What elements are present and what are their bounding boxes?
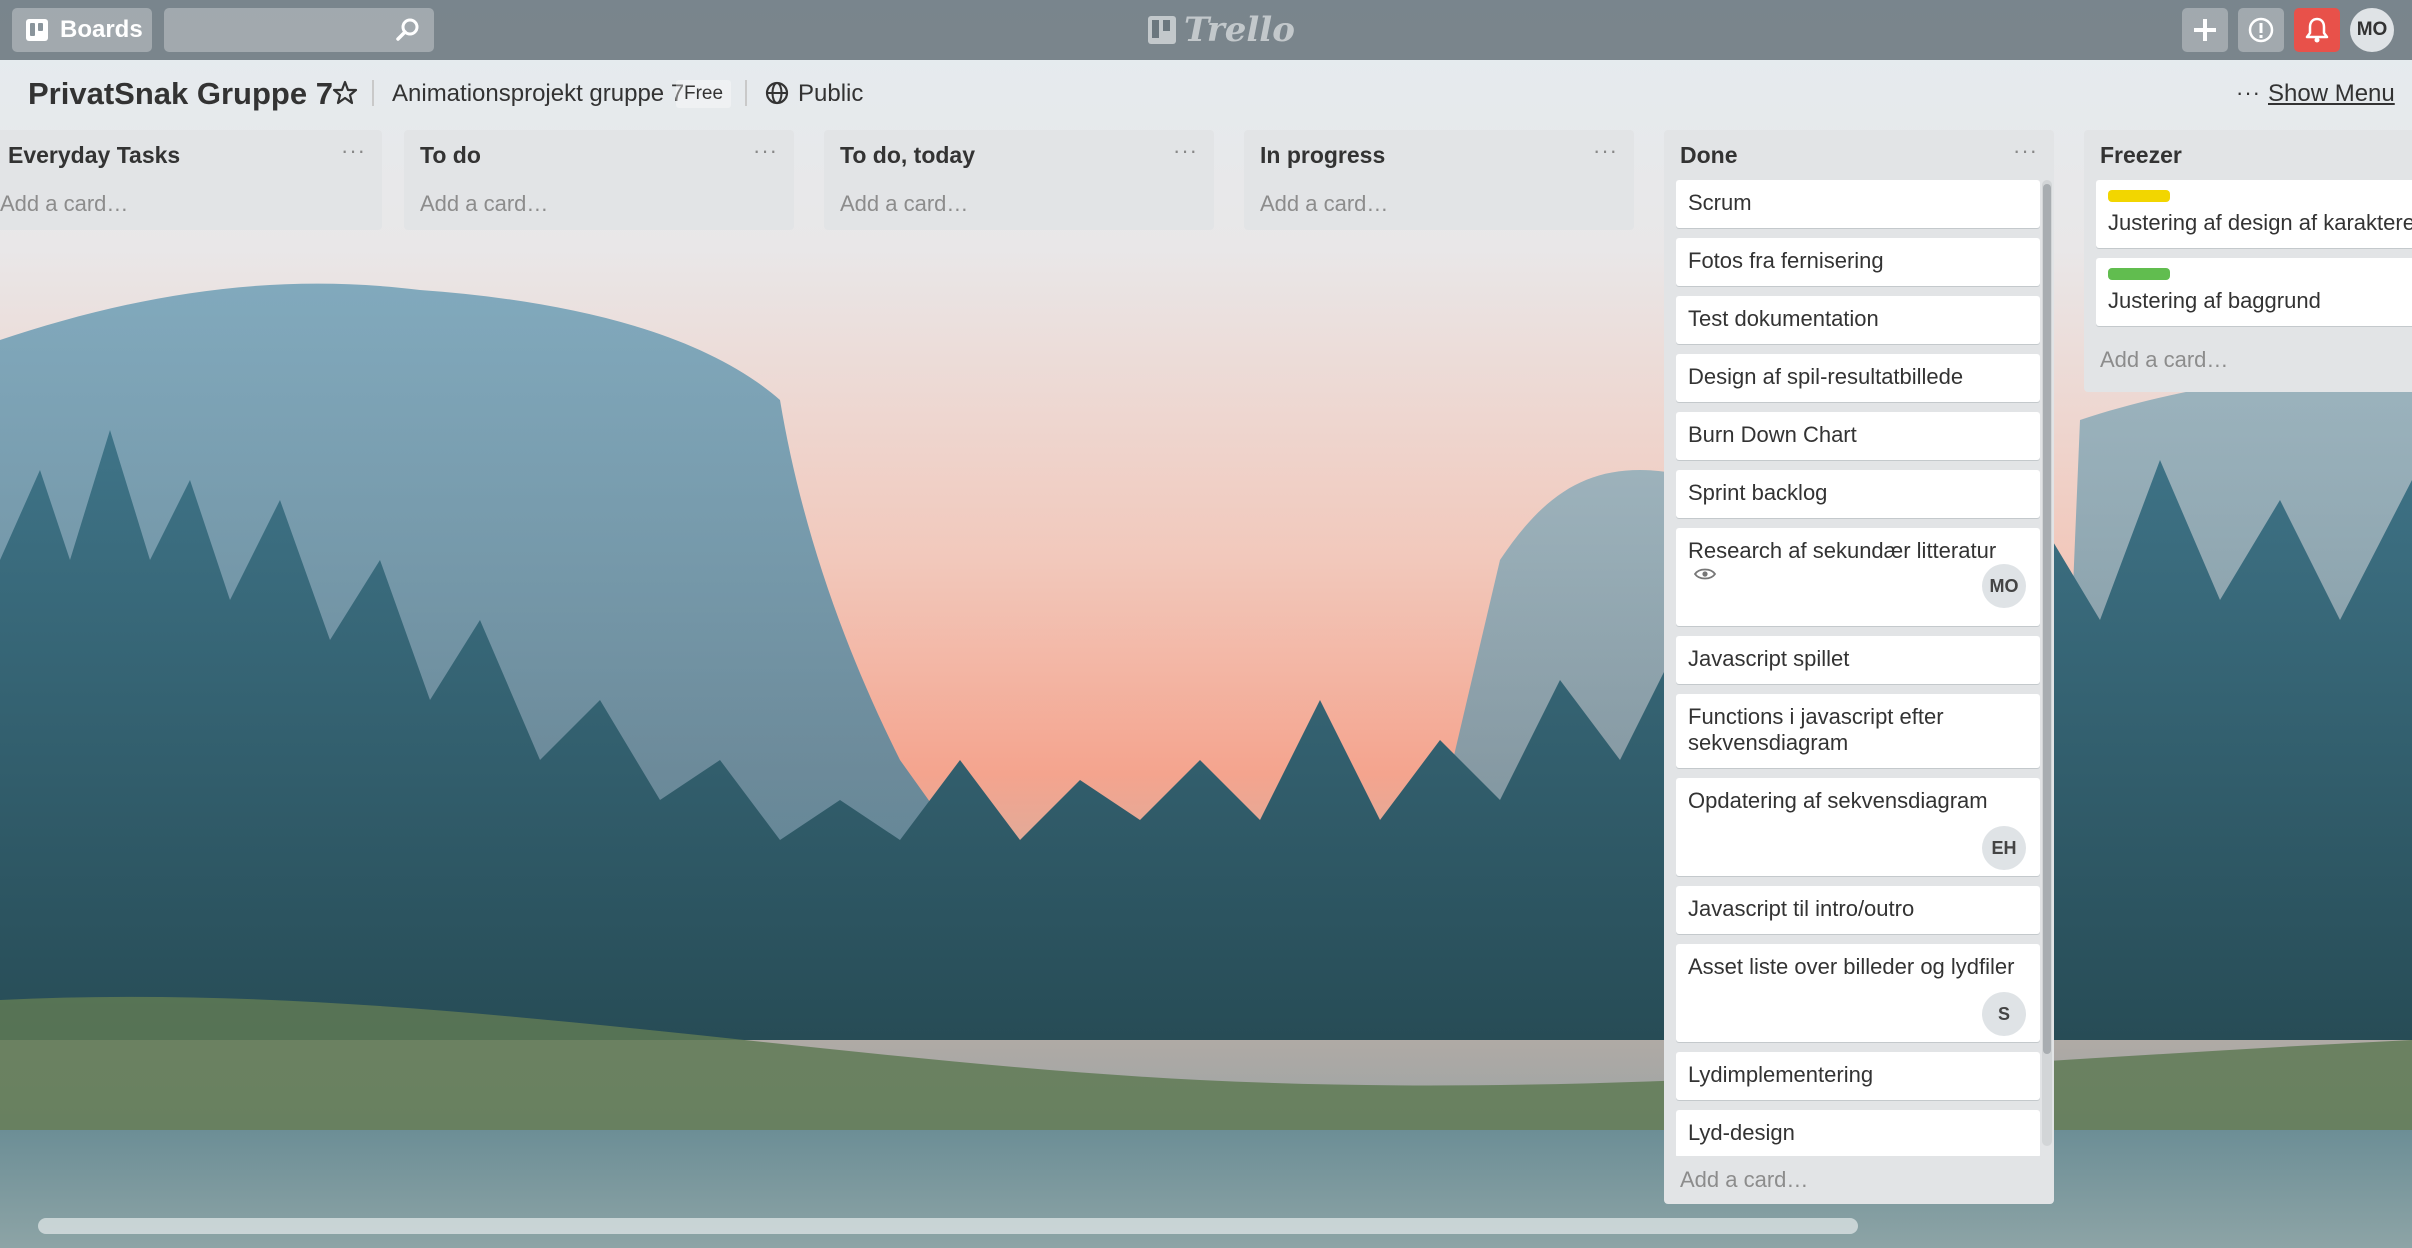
card[interactable]: Burn Down Chart [1676, 412, 2040, 460]
card-title: Sprint backlog [1688, 480, 1828, 505]
card[interactable]: Javascript spillet [1676, 636, 2040, 684]
logo-text: Trello [1184, 10, 1295, 50]
bell-icon [2305, 17, 2329, 43]
trello-logo-icon [1148, 16, 1176, 44]
card[interactable]: Design af spil-resultatbillede [1676, 354, 2040, 402]
add-card-link[interactable]: Add a card… [404, 180, 794, 228]
card-title: Lydimplementering [1688, 1062, 1874, 1087]
list-done: Done ··· Scrum Fotos fra fernisering Tes… [1664, 130, 2054, 1204]
top-navbar: Boards Trello MO [0, 0, 2412, 60]
list-menu-icon[interactable]: ··· [753, 138, 778, 164]
card-title: Research af sekundær litteratur [1688, 538, 1997, 563]
add-button[interactable] [2182, 8, 2228, 52]
card-title: Functions i javascript efter sekvensdiag… [1688, 704, 1944, 755]
card[interactable]: Lydimplementering [1676, 1052, 2040, 1100]
notifications-button[interactable] [2294, 8, 2340, 52]
trello-logo[interactable]: Trello [1148, 10, 1295, 50]
card[interactable]: Javascript til intro/outro [1676, 886, 2040, 934]
search-input[interactable] [164, 8, 400, 54]
card-title: Scrum [1688, 190, 1752, 215]
add-card-link[interactable]: Add a card… [0, 180, 382, 228]
plus-icon [2194, 19, 2216, 41]
team-name[interactable]: Animationsprojekt gruppe 7 [392, 80, 684, 108]
divider [372, 80, 374, 106]
list-title[interactable]: In progress [1260, 142, 1385, 169]
list-menu-icon[interactable]: ··· [341, 138, 366, 164]
list-scrollbar[interactable] [2042, 180, 2052, 1146]
board-title[interactable]: PrivatSnak Gruppe 7 [28, 76, 333, 112]
add-card-link[interactable]: Add a card… [2084, 336, 2412, 384]
more-icon[interactable]: ··· [2236, 80, 2261, 106]
add-card-link[interactable]: Add a card… [824, 180, 1214, 228]
card-title: Burn Down Chart [1688, 422, 1857, 447]
list-freezer: Freezer Justering af design af karaktere… [2084, 130, 2412, 392]
visibility-button[interactable]: Public [798, 80, 863, 108]
list-menu-icon[interactable]: ··· [1593, 138, 1618, 164]
card[interactable]: Opdatering af sekvensdiagram EH [1676, 778, 2040, 876]
star-icon[interactable] [330, 78, 360, 108]
card[interactable]: Scrum [1676, 180, 2040, 228]
member-avatar[interactable]: MO [1982, 564, 2026, 608]
divider [745, 80, 747, 106]
info-button[interactable] [2238, 8, 2284, 52]
card-title: Justering af baggrund [2108, 288, 2321, 313]
eye-icon [1694, 568, 1716, 580]
user-avatar[interactable]: MO [2350, 8, 2394, 52]
globe-icon[interactable] [764, 80, 790, 106]
search-icon[interactable] [394, 16, 422, 44]
list-to-do-today: To do, today ··· Add a card… [824, 130, 1214, 230]
list-title[interactable]: To do [420, 142, 481, 169]
card-label-yellow[interactable] [2108, 190, 2170, 202]
card-badges: EH [1688, 814, 2028, 870]
list-menu-icon[interactable]: ··· [1173, 138, 1198, 164]
card[interactable]: Functions i javascript efter sekvensdiag… [1676, 694, 2040, 768]
list-title[interactable]: Everyday Tasks [8, 142, 180, 169]
list-everyday-tasks: Everyday Tasks ··· Add a card… [0, 130, 382, 230]
card-badges: S [1688, 980, 2028, 1036]
list-in-progress: In progress ··· Add a card… [1244, 130, 1634, 230]
card[interactable]: Lyd-design [1676, 1110, 2040, 1156]
card-title: Test dokumentation [1688, 306, 1879, 331]
card[interactable]: Asset liste over billeder og lydfiler S [1676, 944, 2040, 1042]
card-list[interactable]: Justering af design af karaktere Justeri… [2084, 180, 2412, 336]
info-icon [2248, 17, 2274, 43]
card-badges: MO [1688, 564, 2028, 608]
add-card-link[interactable]: Add a card… [1664, 1156, 2054, 1204]
card[interactable]: Sprint backlog [1676, 470, 2040, 518]
card[interactable]: Test dokumentation [1676, 296, 2040, 344]
card[interactable]: Justering af baggrund [2096, 258, 2412, 326]
board-header: PrivatSnak Gruppe 7 [0, 60, 2412, 126]
boards-icon [26, 19, 48, 41]
board-horizontal-scrollbar[interactable] [38, 1218, 1858, 1234]
boards-label: Boards [60, 16, 143, 43]
card[interactable]: Research af sekundær litteratur MO [1676, 528, 2040, 626]
list-scrollbar-thumb[interactable] [2043, 184, 2051, 1054]
list-menu-icon[interactable]: ··· [2013, 138, 2038, 164]
list-to-do: To do ··· Add a card… [404, 130, 794, 230]
list-title[interactable]: To do, today [840, 142, 975, 169]
show-menu-link[interactable]: Show Menu [2268, 80, 2395, 108]
member-avatar[interactable]: S [1982, 992, 2026, 1036]
member-avatar[interactable]: EH [1982, 826, 2026, 870]
plan-badge: Free [676, 80, 732, 108]
card-title: Javascript til intro/outro [1688, 896, 1915, 921]
card-title: Fotos fra fernisering [1688, 248, 1884, 273]
card-title: Javascript spillet [1688, 646, 1850, 671]
search-box[interactable] [164, 8, 434, 54]
card[interactable]: Fotos fra fernisering [1676, 238, 2040, 286]
card[interactable]: Justering af design af karaktere [2096, 180, 2412, 248]
card-label-green[interactable] [2108, 268, 2170, 280]
card-title: Design af spil-resultatbillede [1688, 364, 1964, 389]
card-list[interactable]: Scrum Fotos fra fernisering Test dokumen… [1664, 180, 2054, 1156]
card-title: Asset liste over billeder og lydfiler [1688, 954, 2015, 979]
list-title[interactable]: Freezer [2100, 142, 2182, 169]
add-card-link[interactable]: Add a card… [1244, 180, 1634, 228]
list-title[interactable]: Done [1680, 142, 1738, 169]
card-title: Justering af design af karaktere [2108, 210, 2412, 235]
boards-button[interactable]: Boards [12, 8, 152, 52]
card-title: Lyd-design [1688, 1120, 1795, 1145]
card-title: Opdatering af sekvensdiagram [1688, 788, 1988, 813]
